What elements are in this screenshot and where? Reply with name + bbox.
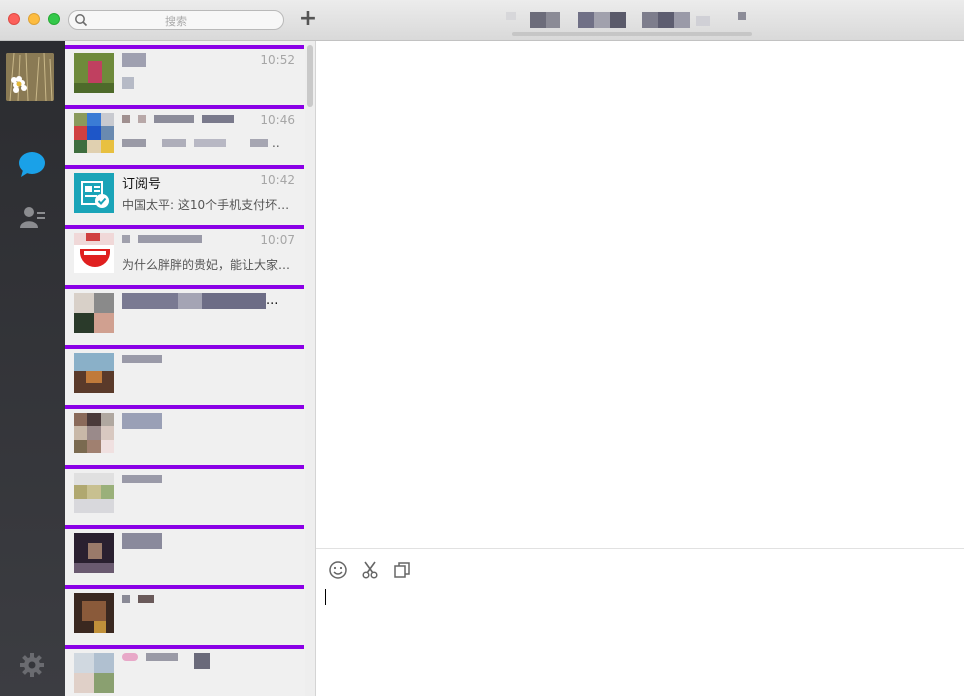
highlight-bar: [65, 105, 304, 109]
conversation-time: 10:07: [260, 233, 295, 247]
highlight-bar: [65, 45, 304, 49]
group-avatar: [74, 413, 114, 453]
conversation-list[interactable]: 10:52 10:46 .. 订阅号 10:42 中国太平: 这10个手机支付坏…: [65, 41, 316, 696]
scissors-icon[interactable]: [360, 560, 380, 580]
highlight-bar: [65, 165, 304, 169]
composer[interactable]: [316, 548, 964, 697]
minimize-window-button[interactable]: [28, 13, 40, 25]
highlight-bar: [65, 285, 304, 289]
group-avatar: [74, 473, 114, 513]
newspaper-check-icon: [81, 181, 109, 208]
navigation-rail: [0, 41, 65, 696]
contact-avatar: [74, 353, 114, 393]
conversation-item[interactable]: ...: [65, 281, 305, 342]
close-window-button[interactable]: [8, 13, 20, 25]
conversation-item[interactable]: [65, 461, 305, 522]
conversation-item[interactable]: 10:46 ..: [65, 101, 305, 162]
conversation-time: 10:42: [260, 173, 295, 187]
highlight-bar: [65, 525, 304, 529]
contact-avatar: [74, 53, 114, 93]
chat-bubble-icon[interactable]: [17, 149, 47, 179]
conversation-item[interactable]: 10:52: [65, 41, 305, 102]
highlight-bar: [65, 225, 304, 229]
highlight-bar: [65, 405, 304, 409]
contact-avatar: [74, 533, 114, 573]
contact-avatar: [74, 593, 114, 633]
highlight-bar: [65, 345, 304, 349]
conversation-name: ...: [266, 293, 279, 308]
highlight-bar: [65, 585, 304, 589]
conversation-name: 订阅号: [122, 177, 162, 192]
message-area: [316, 41, 964, 548]
conversation-item[interactable]: [65, 641, 305, 696]
search-placeholder: 搜索: [165, 15, 187, 28]
list-scrollbar[interactable]: [307, 45, 313, 107]
copy-screenshot-icon[interactable]: [392, 560, 412, 580]
contact-avatar: [74, 233, 114, 273]
conversation-item[interactable]: [65, 341, 305, 402]
conversation-preview: 为什么胖胖的贵妃，能让大家说不出话: [122, 258, 294, 272]
text-caret: [325, 589, 326, 605]
chat-title: [500, 10, 760, 36]
conversation-item[interactable]: [65, 401, 305, 462]
contacts-icon[interactable]: [17, 202, 47, 232]
conversation-item[interactable]: [65, 581, 305, 642]
conversation-item[interactable]: [65, 521, 305, 582]
conversation-preview: ..: [272, 136, 280, 150]
subscription-account-avatar: [74, 173, 114, 213]
emoji-icon[interactable]: [328, 560, 348, 580]
maximize-window-button[interactable]: [48, 13, 60, 25]
conversation-item[interactable]: 10:07 为什么胖胖的贵妃，能让大家说不出话: [65, 221, 305, 282]
group-avatar: [74, 293, 114, 333]
group-avatar: [74, 113, 114, 153]
search-input[interactable]: 搜索: [68, 10, 284, 30]
highlight-bar: [65, 465, 304, 469]
add-chat-button[interactable]: +: [298, 8, 318, 30]
title-bar: 搜索 +: [0, 0, 964, 41]
daisy-photo-icon: [6, 53, 54, 101]
settings-gear-icon[interactable]: [17, 650, 47, 680]
group-avatar: [74, 653, 114, 693]
conversation-item-subscriptions[interactable]: 订阅号 10:42 中国太平: 这10个手机支付坏习惯，一定要改！: [65, 161, 305, 222]
conversation-time: 10:46: [260, 113, 295, 127]
highlight-bar: [65, 645, 304, 649]
conversation-preview: 中国太平: 这10个手机支付坏习惯，一定要改！: [122, 198, 294, 212]
conversation-time: 10:52: [260, 53, 295, 67]
my-avatar[interactable]: [6, 53, 54, 101]
